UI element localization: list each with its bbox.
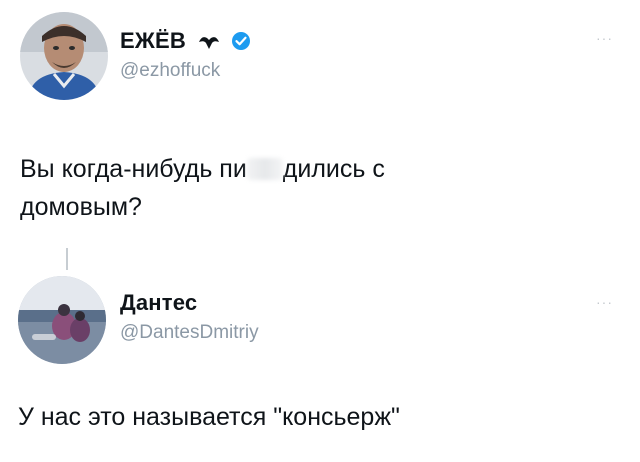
tweet-text: У нас это называется "консьерж": [18, 403, 400, 431]
thread-connector: [66, 248, 68, 270]
avatar-ezhov[interactable]: [20, 12, 108, 100]
tweet-text: Вы когда-нибудь пи дились с домовым?: [20, 155, 385, 221]
verified-badge-icon: [231, 31, 251, 57]
x-logo-icon: [198, 30, 220, 56]
display-name[interactable]: ЕЖЁВ: [120, 28, 251, 57]
user-photo-icon: [18, 276, 106, 364]
user-handle[interactable]: @ezhoffuck: [120, 60, 220, 82]
more-options-icon[interactable]: ···: [596, 294, 613, 310]
user-handle[interactable]: @DantesDmitriy: [120, 322, 259, 344]
more-options-icon[interactable]: ···: [596, 30, 613, 46]
avatar-dantes[interactable]: [18, 276, 106, 364]
user-photo-icon: [20, 12, 108, 100]
display-name[interactable]: Дантес: [120, 290, 197, 316]
censor-blur: [246, 158, 283, 180]
